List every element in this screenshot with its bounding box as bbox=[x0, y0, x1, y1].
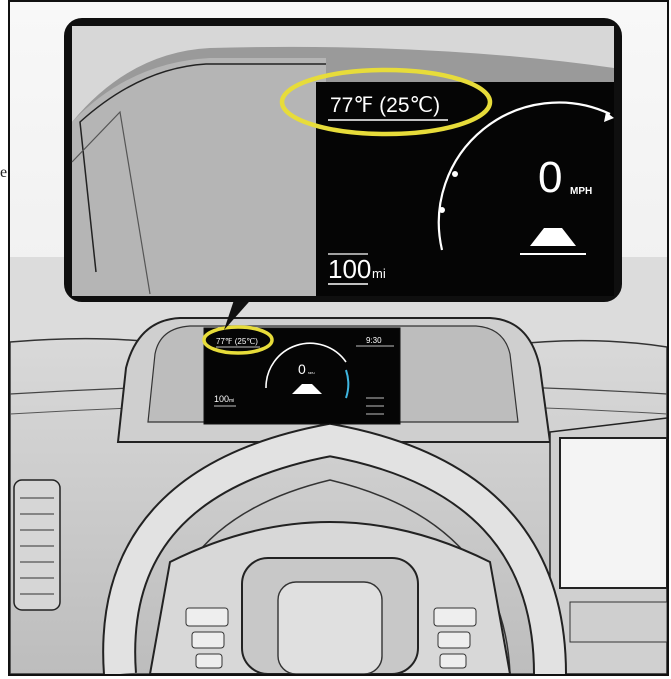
zoom-speed-unit: MPH bbox=[570, 186, 592, 197]
center-touchscreen bbox=[549, 417, 667, 674]
dash-temperature: 77℉ (25℃) bbox=[216, 337, 260, 348]
left-air-vent bbox=[13, 479, 61, 611]
zoom-temperature: 77℉ (25℃) bbox=[328, 94, 448, 121]
dash-range-unit: mi bbox=[229, 398, 234, 404]
dashboard-illustration: 77℉ (25℃) 9:30 0 MPH 100 mi 77℉ (25℃) 0 … bbox=[10, 2, 667, 674]
dash-clock: 9:30 bbox=[366, 336, 382, 345]
illustration-frame: 77℉ (25℃) 9:30 0 MPH 100 mi 77℉ (25℃) 0 … bbox=[8, 0, 669, 676]
margin-text-fragment: e bbox=[0, 164, 8, 181]
dash-instrument-display: 77℉ (25℃) 9:30 0 MPH 100 mi bbox=[203, 327, 401, 425]
zoom-range-value: 100 bbox=[328, 254, 371, 284]
svg-text:77℉ (25℃): 77℉ (25℃) bbox=[330, 94, 440, 117]
svg-text:77℉ (25℃): 77℉ (25℃) bbox=[216, 337, 258, 346]
dash-speed-unit: MPH bbox=[308, 371, 315, 375]
zoom-range-unit: mi bbox=[372, 266, 386, 281]
zoom-speed-value: 0 bbox=[538, 153, 562, 202]
dash-speed-value: 0 bbox=[298, 361, 306, 377]
dash-range-value: 100 bbox=[214, 394, 229, 404]
